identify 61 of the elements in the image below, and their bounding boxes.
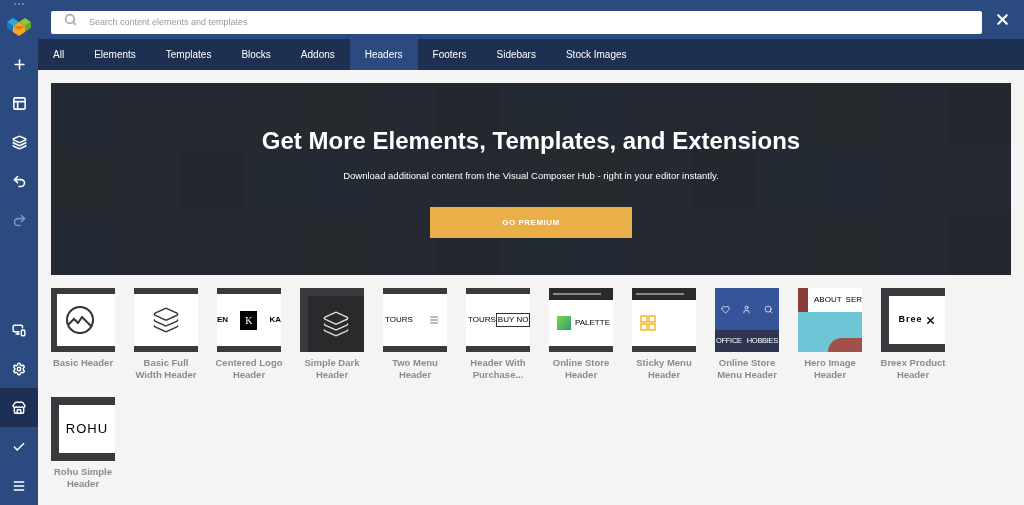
preview-text: EN xyxy=(217,314,229,326)
template-preview[interactable]: TOURS BUY NO xyxy=(466,288,530,352)
category-tab[interactable]: Templates xyxy=(150,39,227,70)
rock-photo-placeholder xyxy=(798,288,808,312)
layout-icon xyxy=(11,96,27,111)
user-icon xyxy=(742,304,752,314)
banner-title: Get More Elements, Templates, and Extensions xyxy=(261,126,801,156)
settings-icon xyxy=(12,361,26,376)
category-tab[interactable]: Stock Images xyxy=(550,39,642,70)
storefront-icon xyxy=(12,400,26,415)
text-line-drawing xyxy=(553,293,601,295)
preview-text: Bree xyxy=(898,313,923,327)
template-preview[interactable]: PALETTE xyxy=(549,288,613,352)
category-tab[interactable]: Elements xyxy=(79,39,151,70)
stacked-layers-icon xyxy=(322,310,350,338)
heart-icon xyxy=(721,304,731,314)
text-line-drawing xyxy=(636,293,684,295)
preview-text: ROHU xyxy=(65,420,109,439)
category-tab[interactable]: Addons xyxy=(285,39,350,70)
preview-text: ABOUT xyxy=(814,294,842,306)
layers-icon xyxy=(11,135,27,150)
category-tab[interactable]: Sidebars xyxy=(481,39,551,70)
hub-button[interactable] xyxy=(0,388,38,427)
preview-button: BUY NO xyxy=(495,313,530,327)
redo-icon xyxy=(11,213,27,228)
template-preview[interactable]: EN K KA xyxy=(217,288,281,352)
template-preview[interactable]: Bree xyxy=(881,288,945,352)
category-tab[interactable]: Footers xyxy=(417,39,482,70)
search-icon xyxy=(763,304,773,314)
template-preview[interactable]: ROHU xyxy=(51,397,115,461)
stacked-layers-icon xyxy=(152,306,180,334)
logo-mark: K xyxy=(240,310,258,330)
category-tab[interactable]: Blocks xyxy=(226,39,286,70)
preview-text: TOURS xyxy=(385,314,413,326)
rock-photo-placeholder xyxy=(828,338,862,352)
grid-logo-icon xyxy=(640,315,656,331)
template-preview[interactable] xyxy=(134,288,198,352)
x-mark-icon xyxy=(924,314,936,326)
category-tab[interactable]: Headers xyxy=(349,39,418,70)
search-field[interactable]: Search content elements and templates xyxy=(51,10,982,34)
template-preview[interactable]: TOURS xyxy=(383,288,447,352)
preview-text: TOURS xyxy=(468,314,496,326)
plus-icon xyxy=(11,57,27,72)
search-icon xyxy=(64,13,77,26)
menu-icon xyxy=(429,315,439,325)
preview-text: SER xyxy=(845,294,862,306)
preview-text: KA xyxy=(269,314,281,326)
template-preview[interactable] xyxy=(632,288,696,352)
category-tab[interactable]: All xyxy=(38,39,80,70)
mountain-emblem-icon xyxy=(65,305,95,335)
template-preview[interactable] xyxy=(300,288,364,352)
drag-handle-icon xyxy=(14,3,24,5)
preview-text: PALETTE xyxy=(575,317,610,329)
menu-icon xyxy=(12,478,26,493)
undo-icon xyxy=(11,174,27,189)
devices-icon xyxy=(12,322,26,337)
banner-subtitle: Download additional content from the Visual Composer Hub - right in your editor instantly. xyxy=(343,169,719,183)
template-preview[interactable]: ABOUT SER xyxy=(798,288,862,352)
template-preview[interactable] xyxy=(51,288,115,352)
cube-logo-icon xyxy=(7,17,31,37)
logo-square-icon xyxy=(557,316,571,330)
